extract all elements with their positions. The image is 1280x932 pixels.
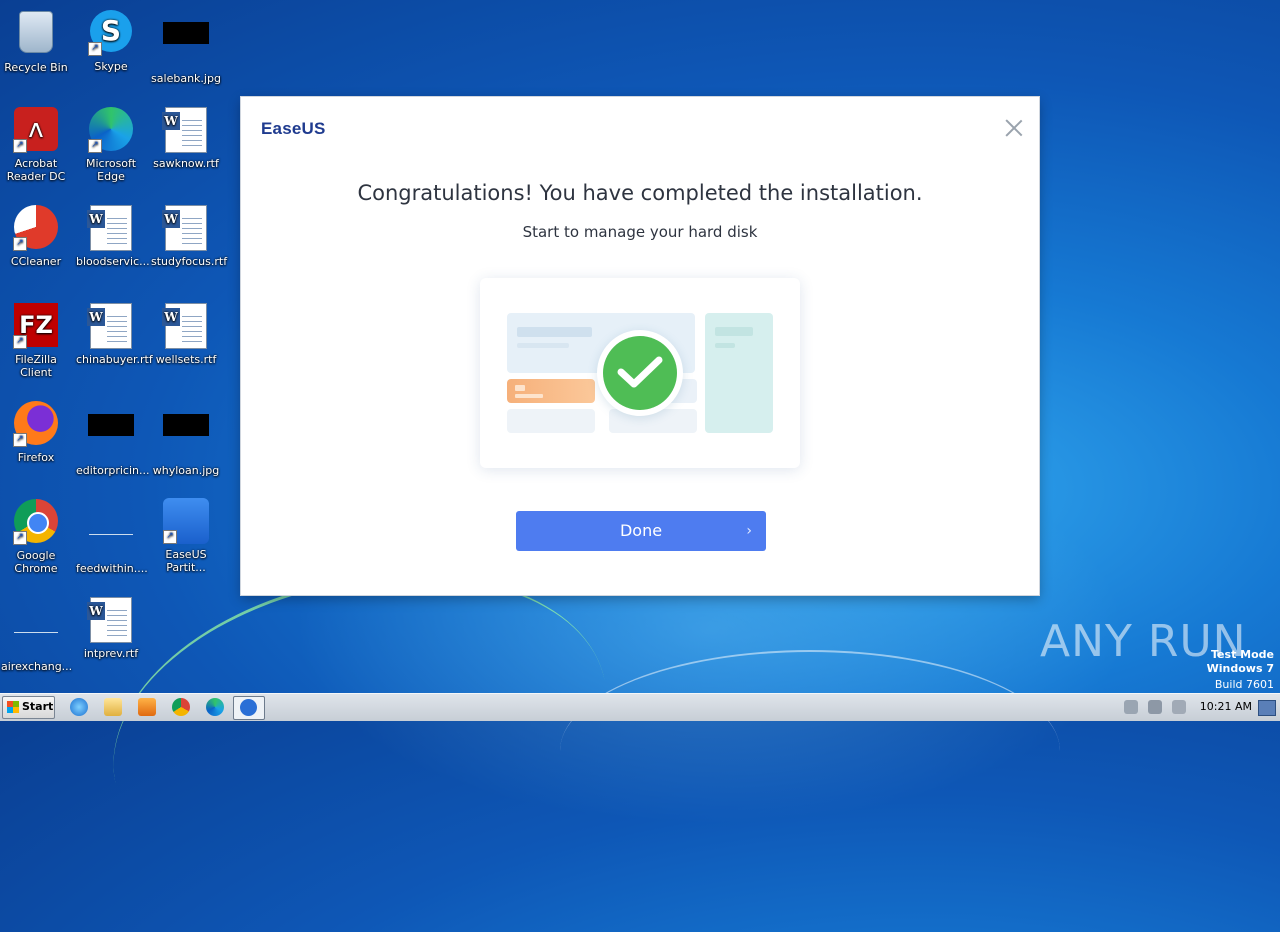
test-mode-label: Test Mode (1211, 648, 1274, 661)
word-document-icon: W (87, 205, 134, 251)
start-label: Start (22, 700, 54, 713)
desktop-icon-label: studyfocus.rtf (151, 255, 228, 268)
internet-explorer-icon[interactable] (70, 698, 88, 716)
desktop-icon-editorpricin[interactable]: editorpricin... (76, 400, 150, 477)
installer-dialog: EaseUS Congratulations! You have complet… (241, 97, 1039, 595)
desktop-icon-chinabuyer[interactable]: W chinabuyer.rtf (76, 302, 153, 366)
desktop-icon-chrome[interactable]: ↗ Google Chrome (1, 498, 71, 575)
desktop-icon-label: feedwithin.... (76, 562, 148, 575)
desktop-icon-label: whyloan.jpg (152, 464, 220, 477)
desktop-icon-whyloan[interactable]: whyloan.jpg (151, 400, 221, 477)
recycle-bin-icon (13, 11, 59, 57)
windows-version-label: Windows 7 (1206, 662, 1274, 675)
desktop-icon-intprev[interactable]: W intprev.rtf (76, 596, 146, 660)
firefox-icon: ↗ (13, 401, 59, 447)
show-desktop-button[interactable] (1258, 700, 1276, 716)
desktop-icon-label: Microsoft Edge (85, 157, 137, 183)
desktop-icon-label: FileZilla Client (15, 353, 57, 379)
skype-icon: S ↗ (88, 10, 134, 56)
desktop-icon-label: Acrobat Reader DC (6, 157, 66, 183)
easeus-taskbar-icon (240, 699, 257, 716)
desktop-icon-acrobat[interactable]: ᴧ ↗ Acrobat Reader DC (1, 106, 71, 183)
edge-icon: ↗ (88, 107, 134, 153)
desktop-icon-label: Google Chrome (14, 549, 58, 575)
taskbar-clock[interactable]: 10:21 AM (1200, 700, 1252, 713)
illustration-card (705, 313, 773, 433)
desktop-icon-recycle-bin[interactable]: Recycle Bin (1, 8, 71, 74)
chevron-right-icon: › (746, 523, 752, 539)
desktop-icon-label: chinabuyer.rtf (76, 353, 153, 366)
success-illustration (480, 278, 800, 468)
desktop-icon-firefox[interactable]: ↗ Firefox (1, 400, 71, 464)
system-tray: 10:21 AM (1120, 694, 1280, 721)
done-button-label: Done (619, 521, 663, 540)
desktop-icon-label: salebank.jpg (151, 72, 221, 85)
success-check-icon (597, 330, 683, 416)
desktop-icon-studyfocus[interactable]: W studyfocus.rtf (151, 204, 228, 268)
file-explorer-icon[interactable] (104, 698, 122, 716)
volume-icon[interactable] (1124, 700, 1138, 714)
desktop-icon-easeus[interactable]: ↗ EaseUS Partit... (151, 498, 221, 574)
desktop-icon-salebank[interactable]: salebank.jpg (151, 8, 221, 85)
action-center-flag-icon[interactable] (1172, 700, 1186, 714)
done-button[interactable]: Done › (516, 511, 766, 551)
illustration-card (507, 409, 595, 433)
desktop-icon-label: editorpricin... (76, 464, 150, 477)
word-document-icon: W (162, 205, 209, 251)
word-document-icon: W (162, 107, 209, 153)
desktop-icon-wellsets[interactable]: W wellsets.rtf (151, 302, 221, 366)
network-icon[interactable] (1148, 700, 1162, 714)
desktop-icon-skype[interactable]: S ↗ Skype (76, 8, 146, 73)
file-icon (13, 610, 59, 656)
desktop-icon-label: Skype (94, 60, 128, 73)
desktop-background-arc (560, 650, 1060, 852)
easeus-logo: EaseUS (261, 119, 326, 138)
desktop-icon-bloodservic[interactable]: W bloodservic... (76, 204, 150, 268)
dialog-title: Congratulations! You have completed the … (357, 181, 923, 205)
media-player-icon[interactable] (138, 698, 156, 716)
build-label: Build 7601 (1214, 678, 1274, 691)
start-button[interactable]: Start (2, 696, 55, 719)
desktop-icon-ccleaner[interactable]: ↗ CCleaner (1, 204, 71, 268)
acrobat-icon: ᴧ ↗ (13, 107, 59, 153)
image-file-icon (163, 22, 209, 68)
taskbar: Start 10:21 AM (0, 693, 1280, 721)
desktop-icon-label: airexchang... (1, 660, 73, 673)
desktop-icon-label: bloodservic... (76, 255, 150, 268)
word-document-icon: W (87, 597, 134, 643)
file-icon (88, 512, 134, 558)
desktop-icon-airexchang[interactable]: airexchang... (1, 596, 73, 673)
filezilla-icon: FZ ↗ (13, 303, 59, 349)
easeus-taskbar-button[interactable] (233, 696, 265, 720)
desktop-icon-edge[interactable]: ↗ Microsoft Edge (76, 106, 146, 183)
word-document-icon: W (162, 303, 209, 349)
desktop-icon-label: sawknow.rtf (153, 157, 219, 170)
ccleaner-icon: ↗ (13, 205, 59, 251)
image-file-icon (163, 414, 209, 460)
desktop-icon-label: intprev.rtf (83, 647, 139, 660)
dialog-subtitle: Start to manage your hard disk (522, 223, 758, 241)
edge-taskbar-icon[interactable] (206, 698, 224, 716)
easeus-icon: ↗ (163, 498, 209, 544)
illustration-card (507, 379, 595, 403)
windows-logo-icon (7, 701, 19, 713)
word-document-icon: W (87, 303, 134, 349)
desktop-icon-label: CCleaner (10, 255, 62, 268)
desktop-icon-filezilla[interactable]: FZ ↗ FileZilla Client (1, 302, 71, 379)
file-icon (88, 414, 134, 460)
desktop-icon-sawknow[interactable]: W sawknow.rtf (151, 106, 221, 170)
close-icon[interactable] (1005, 119, 1023, 137)
desktop-icon-label: Firefox (17, 451, 55, 464)
desktop-icon-feedwithin[interactable]: feedwithin.... (76, 498, 148, 575)
desktop-icon-label: Recycle Bin (4, 61, 68, 74)
desktop-icon-label: EaseUS Partit... (165, 548, 207, 574)
chrome-icon: ↗ (13, 499, 59, 545)
desktop-icon-label: wellsets.rtf (155, 353, 217, 366)
chrome-taskbar-icon[interactable] (172, 698, 190, 716)
